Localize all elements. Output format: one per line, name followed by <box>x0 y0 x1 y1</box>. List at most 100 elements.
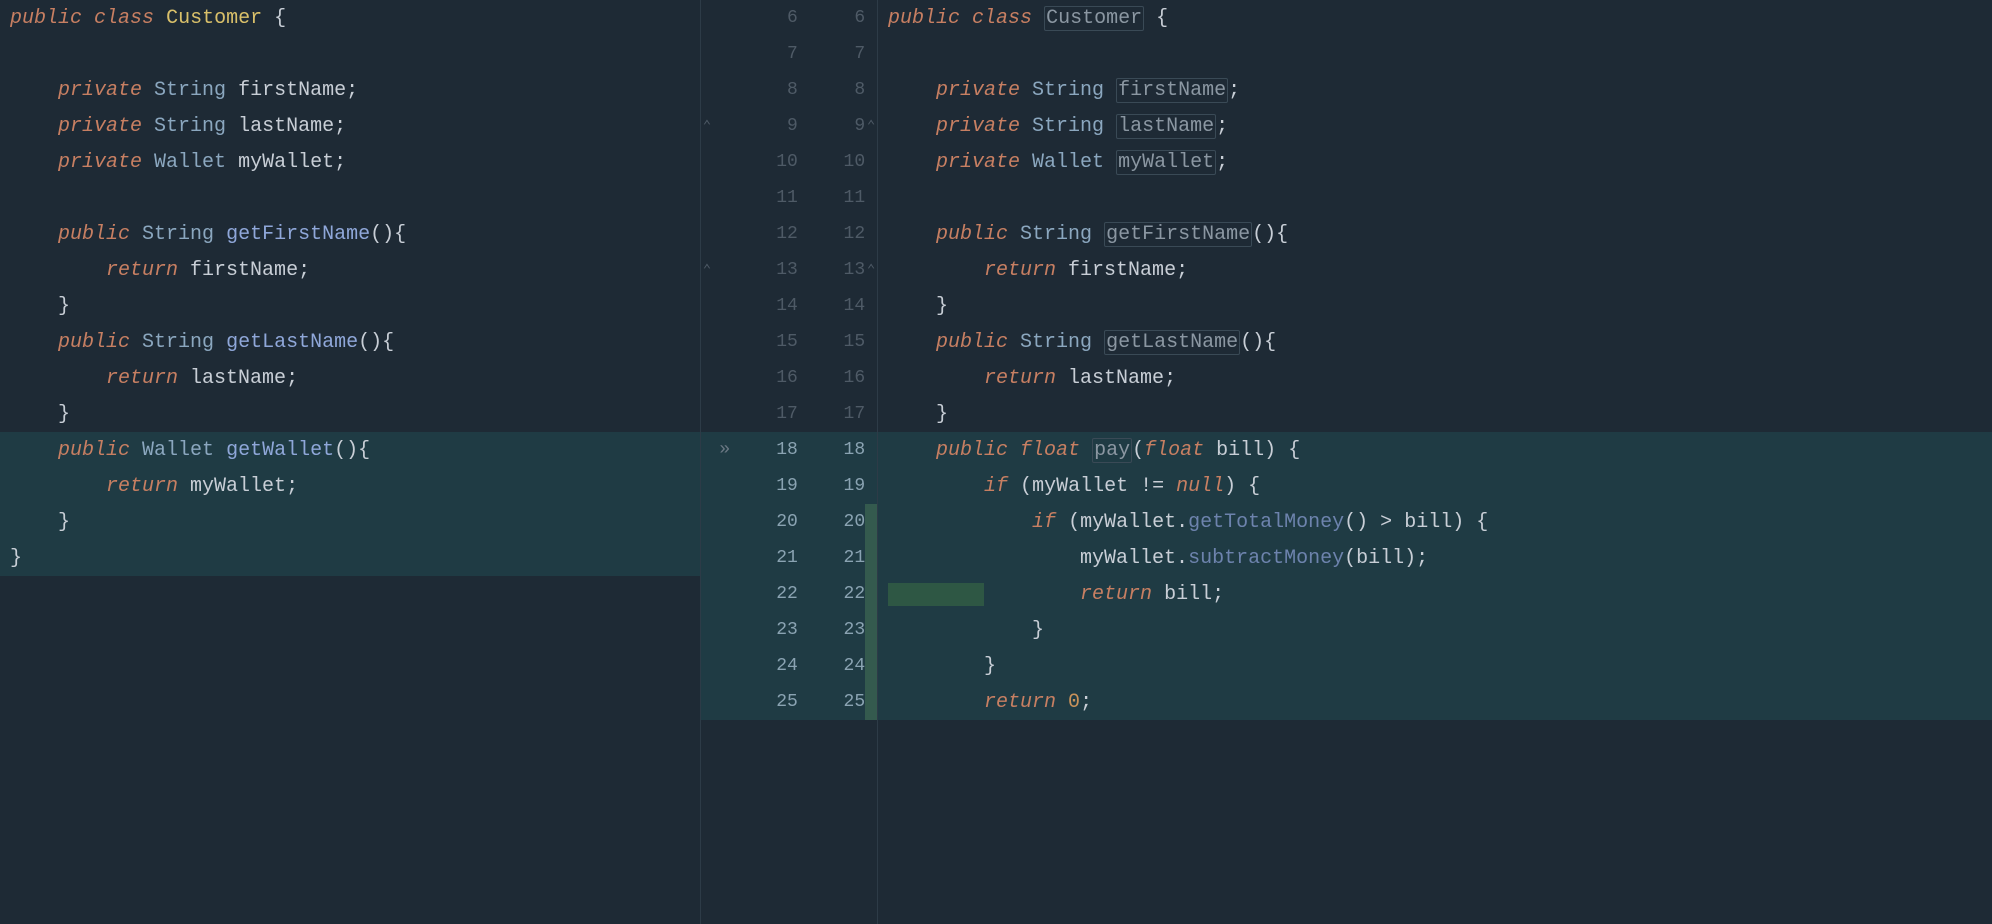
code-line[interactable]: return lastName; <box>0 360 700 396</box>
line-number-left: 24 <box>737 656 806 676</box>
code-line[interactable]: public String getLastName(){ <box>0 324 700 360</box>
code-line[interactable]: public String getFirstName(){ <box>0 216 700 252</box>
gutter-row: 2323 <box>701 612 877 648</box>
code-line[interactable]: public class Customer { <box>878 0 1992 36</box>
line-number-right: 11 <box>806 188 865 208</box>
gutter-row: 2121 <box>701 540 877 576</box>
code-line[interactable]: private Wallet myWallet; <box>878 144 1992 180</box>
gutter-row: 1919 <box>701 468 877 504</box>
code-line[interactable]: public class Customer { <box>0 0 700 36</box>
code-line[interactable]: } <box>878 396 1992 432</box>
line-number-left: 17 <box>737 404 806 424</box>
code-line[interactable]: return firstName; <box>878 252 1992 288</box>
gutter-row: 1212 <box>701 216 877 252</box>
line-number-right: 20 <box>806 512 865 532</box>
code-line[interactable]: private Wallet myWallet; <box>0 144 700 180</box>
code-line[interactable]: } <box>0 396 700 432</box>
code-line[interactable]: } <box>0 288 700 324</box>
fold-icon[interactable]: ⌃ <box>701 262 713 279</box>
line-number-left: 11 <box>737 188 806 208</box>
gutter-row: 1010 <box>701 144 877 180</box>
line-number-left: 12 <box>737 224 806 244</box>
code-line[interactable] <box>878 36 1992 72</box>
fold-icon[interactable]: ⌃ <box>865 262 877 279</box>
code-line[interactable]: public float pay(float bill) { <box>878 432 1992 468</box>
code-line[interactable]: } <box>878 648 1992 684</box>
gutter-row: 77 <box>701 36 877 72</box>
gutter-row: 2525 <box>701 684 877 720</box>
line-number-right: 6 <box>806 8 865 28</box>
line-number-left: 6 <box>737 8 806 28</box>
code-line[interactable]: return bill; <box>878 576 1992 612</box>
code-line[interactable] <box>0 648 700 684</box>
line-number-right: 18 <box>806 440 865 460</box>
code-line[interactable]: myWallet.subtractMoney(bill); <box>878 540 1992 576</box>
line-number-left: 15 <box>737 332 806 352</box>
gutter-row: ⌃1313⌃ <box>701 252 877 288</box>
code-line[interactable] <box>0 576 700 612</box>
gutter-row: 1111 <box>701 180 877 216</box>
fold-icon[interactable]: ⌃ <box>701 118 713 135</box>
line-number-right: 21 <box>806 548 865 568</box>
line-number-right: 22 <box>806 584 865 604</box>
gutter-row: ⌃99⌃ <box>701 108 877 144</box>
code-line[interactable]: public Wallet getWallet(){ <box>0 432 700 468</box>
line-number-left: 20 <box>737 512 806 532</box>
line-number-right: 24 <box>806 656 865 676</box>
code-line[interactable]: private String firstName; <box>878 72 1992 108</box>
code-line[interactable] <box>878 180 1992 216</box>
line-number-left: 23 <box>737 620 806 640</box>
code-line[interactable]: return 0; <box>878 684 1992 720</box>
added-indicator <box>865 540 877 576</box>
code-line[interactable] <box>0 36 700 72</box>
code-line[interactable]: } <box>0 540 700 576</box>
code-line[interactable]: return lastName; <box>878 360 1992 396</box>
gutter-row: 88 <box>701 72 877 108</box>
gutter-row: 1414 <box>701 288 877 324</box>
line-number-right: 19 <box>806 476 865 496</box>
code-line[interactable]: private String firstName; <box>0 72 700 108</box>
line-number-right: 7 <box>806 44 865 64</box>
line-number-left: 16 <box>737 368 806 388</box>
gutter-row: 1717 <box>701 396 877 432</box>
fold-icon[interactable]: ⌃ <box>865 118 877 135</box>
line-number-left: 7 <box>737 44 806 64</box>
left-code-pane[interactable]: public class Customer { private String f… <box>0 0 700 924</box>
code-line[interactable]: public String getLastName(){ <box>878 324 1992 360</box>
line-number-right: 9 <box>806 116 865 136</box>
code-line[interactable] <box>0 612 700 648</box>
line-number-left: 8 <box>737 80 806 100</box>
code-line[interactable]: private String lastName; <box>878 108 1992 144</box>
gutter-row: 2424 <box>701 648 877 684</box>
added-indicator <box>865 576 877 612</box>
line-number-right: 8 <box>806 80 865 100</box>
line-number-left: 25 <box>737 692 806 712</box>
code-line[interactable]: if (myWallet != null) { <box>878 468 1992 504</box>
code-line[interactable] <box>0 684 700 720</box>
line-number-left: 13 <box>737 260 806 280</box>
line-number-right: 16 <box>806 368 865 388</box>
gutter-row: 2020 <box>701 504 877 540</box>
gutter-row: 66 <box>701 0 877 36</box>
line-number-left: 9 <box>737 116 806 136</box>
code-line[interactable]: } <box>0 504 700 540</box>
code-line[interactable]: return firstName; <box>0 252 700 288</box>
right-code-pane[interactable]: public class Customer { private String f… <box>878 0 1992 924</box>
added-indicator <box>865 612 877 648</box>
code-line[interactable]: return myWallet; <box>0 468 700 504</box>
line-number-left: 21 <box>737 548 806 568</box>
added-indicator <box>865 648 877 684</box>
code-line[interactable]: } <box>878 612 1992 648</box>
line-number-left: 22 <box>737 584 806 604</box>
code-line[interactable] <box>0 180 700 216</box>
added-indicator <box>865 684 877 720</box>
code-line[interactable]: public String getFirstName(){ <box>878 216 1992 252</box>
line-number-left: 14 <box>737 296 806 316</box>
code-line[interactable]: if (myWallet.getTotalMoney() > bill) { <box>878 504 1992 540</box>
line-number-right: 12 <box>806 224 865 244</box>
line-number-right: 14 <box>806 296 865 316</box>
gutter-row: 1616 <box>701 360 877 396</box>
gutter-row: 2222 <box>701 576 877 612</box>
code-line[interactable]: private String lastName; <box>0 108 700 144</box>
code-line[interactable]: } <box>878 288 1992 324</box>
